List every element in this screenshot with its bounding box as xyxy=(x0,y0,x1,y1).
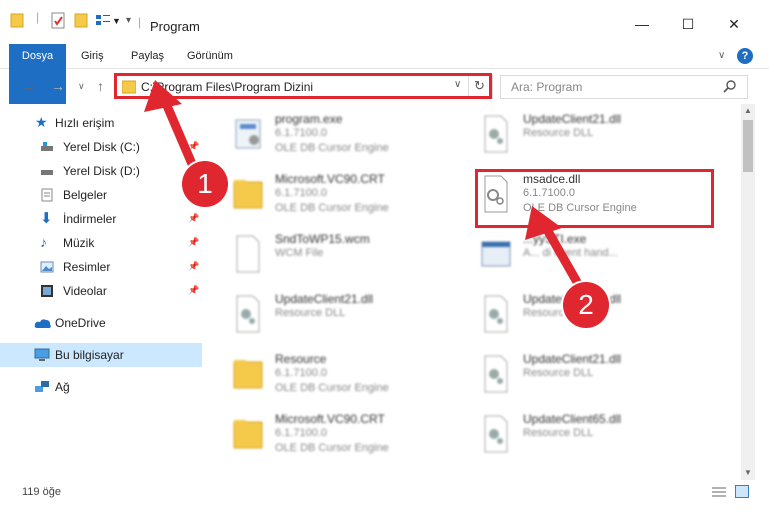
arrow-2 xyxy=(525,206,590,301)
step-badge-2: 2 xyxy=(563,282,609,328)
annotation-arrows xyxy=(144,80,590,301)
step-badge-1: 1 xyxy=(182,161,228,207)
arrow-1 xyxy=(144,80,203,183)
